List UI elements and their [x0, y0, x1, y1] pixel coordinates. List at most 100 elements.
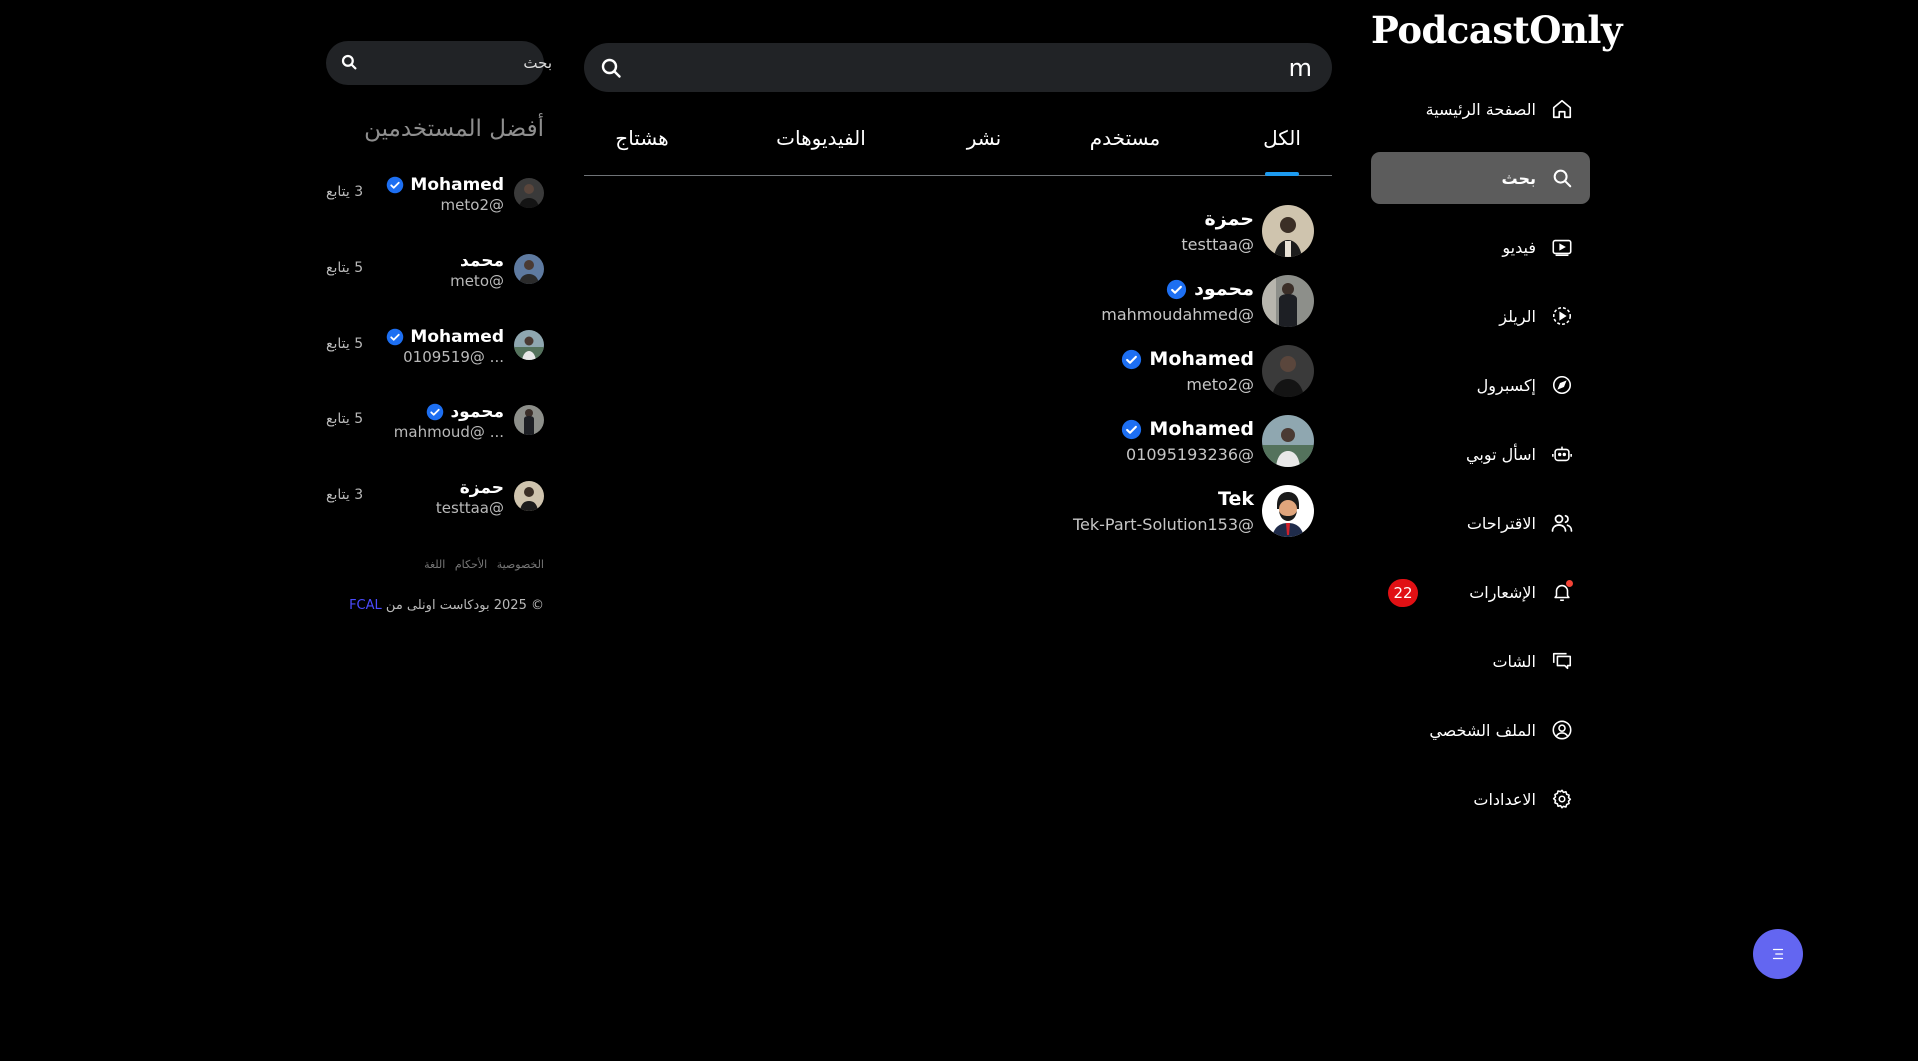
side-search-bar — [326, 41, 552, 85]
avatar — [1262, 415, 1314, 467]
robot-icon — [1550, 442, 1574, 466]
top-user-name: محمود — [450, 402, 504, 422]
top-user-row[interactable]: Mohamed meto2@ 3 يتابع — [326, 175, 544, 226]
sidebar-item-label: إكسبرول — [1476, 375, 1536, 395]
sidebar-item-label: الاقتراحات — [1466, 513, 1536, 533]
gear-icon — [1550, 787, 1574, 811]
search-result-row[interactable]: Mohamed meto2@ — [584, 345, 1314, 403]
sidebar-item-video[interactable]: فيديو — [1371, 221, 1590, 273]
tab-posts[interactable]: نشر — [957, 126, 1011, 176]
sidebar-item-reels[interactable]: الريلز — [1371, 290, 1590, 342]
copyright-brand-link[interactable]: FCAL — [349, 598, 382, 613]
tab-label: الفيديوهات — [776, 126, 866, 150]
tab-all[interactable]: الكل — [1252, 126, 1312, 176]
top-user-name-row: محمد — [460, 251, 504, 271]
top-user-row[interactable]: محمود mahmoud@ ... 5 يتابع — [326, 402, 544, 453]
top-user-name-row: محمود — [426, 402, 504, 422]
result-handle: 01095193236@ — [1126, 445, 1254, 464]
users-icon — [1550, 511, 1574, 535]
tab-user[interactable]: مستخدم — [1085, 126, 1165, 176]
result-name-row: Tek — [1218, 488, 1254, 510]
result-name: حمزة — [1204, 208, 1254, 230]
side-search-input[interactable] — [358, 54, 552, 72]
top-users-title: أفضل المستخدمين — [364, 116, 544, 142]
sidebar-item-home[interactable]: الصفحة الرئيسية — [1371, 83, 1590, 135]
result-name: Mohamed — [1149, 348, 1254, 370]
avatar — [514, 481, 544, 511]
tab-videos[interactable]: الفيديوهات — [771, 126, 871, 176]
top-user-row[interactable]: Mohamed 0109519@ ... 5 يتابع — [326, 327, 544, 378]
video-icon — [1550, 235, 1574, 259]
avatar — [514, 330, 544, 360]
search-icon[interactable] — [340, 53, 358, 73]
copyright: © 2025 بودكاست اونلى من FCAL — [326, 598, 544, 613]
main-search-input[interactable] — [624, 53, 1312, 82]
sidebar-item-settings[interactable]: الاعدادات — [1371, 773, 1590, 825]
chat-icon — [1550, 649, 1574, 673]
search-result-row[interactable]: Mohamed 01095193236@ — [584, 415, 1314, 473]
verified-badge-icon — [427, 403, 444, 421]
footer-link-language[interactable]: اللغة — [424, 558, 445, 571]
main-search-bar — [584, 43, 1332, 92]
avatar — [514, 254, 544, 284]
sidebar-item-notifications[interactable]: الإشعارات 22 — [1371, 566, 1590, 618]
sidebar-item-label: الريلز — [1499, 306, 1536, 326]
sidebar-item-label: فيديو — [1502, 237, 1536, 257]
search-tabs: الكل مستخدم نشر الفيديوهات هشتاج — [584, 104, 1332, 176]
top-user-handle: testtaa@ — [435, 499, 504, 517]
top-user-name: محمد — [460, 251, 504, 271]
sidebar-item-ask-toby[interactable]: اسأل توبي — [1371, 428, 1590, 480]
floating-menu-button[interactable] — [1753, 929, 1803, 979]
sidebar-item-label: بحث — [1501, 168, 1536, 188]
verified-badge-icon — [1122, 419, 1142, 439]
profile-icon — [1550, 718, 1574, 742]
sidebar-item-label: الشات — [1492, 651, 1536, 671]
app-logo[interactable]: PodcastOnly — [1371, 8, 1623, 52]
search-icon — [1550, 166, 1574, 190]
copyright-text: © 2025 بودكاست اونلى من — [385, 598, 544, 613]
result-handle: mahmoudahmed@ — [1101, 305, 1254, 324]
sidebar-item-search[interactable]: بحث — [1371, 152, 1590, 204]
sidebar-item-label: الصفحة الرئيسية — [1425, 99, 1536, 119]
verified-badge-icon — [1122, 349, 1142, 369]
top-user-name-row: حمزة — [460, 478, 504, 498]
result-name: محمود — [1194, 278, 1254, 300]
sidebar-item-chat[interactable]: الشات — [1371, 635, 1590, 687]
result-name-row: محمود — [1166, 278, 1254, 300]
top-user-handle: meto2@ — [440, 196, 504, 214]
avatar — [1262, 205, 1314, 257]
top-user-handle: 0109519@ ... — [403, 348, 504, 366]
result-name: Mohamed — [1149, 418, 1254, 440]
top-user-name: Mohamed — [410, 175, 504, 195]
sidebar-item-label: الإشعارات — [1469, 582, 1536, 602]
top-user-row[interactable]: حمزة testtaa@ 3 يتابع — [326, 478, 544, 529]
search-result-row[interactable]: حمزة testtaa@ — [584, 205, 1314, 263]
sidebar-item-suggestions[interactable]: الاقتراحات — [1371, 497, 1590, 549]
sidebar-item-explore[interactable]: إكسبرول — [1371, 359, 1590, 411]
result-name: Tek — [1218, 488, 1254, 510]
notification-dot — [1566, 580, 1573, 587]
top-user-name: Mohamed — [410, 327, 504, 347]
footer-link-terms[interactable]: الأحكام — [455, 558, 487, 571]
search-result-row[interactable]: Tek Tek-Part-Solution153@ — [584, 485, 1314, 543]
tab-label: الكل — [1263, 126, 1301, 150]
sidebar-item-profile[interactable]: الملف الشخصي — [1371, 704, 1590, 756]
result-name-row: Mohamed — [1121, 418, 1254, 440]
verified-badge-icon — [387, 328, 404, 346]
verified-badge-icon — [387, 176, 404, 194]
footer-link-privacy[interactable]: الخصوصية — [497, 558, 544, 571]
result-handle: meto2@ — [1186, 375, 1254, 394]
avatar — [514, 405, 544, 435]
search-result-row[interactable]: محمود mahmoudahmed@ — [584, 275, 1314, 333]
search-icon[interactable] — [598, 55, 624, 81]
top-user-row[interactable]: محمد meto@ 5 يتابع — [326, 251, 544, 302]
tab-hashtag[interactable]: هشتاج — [607, 126, 677, 176]
bell-icon — [1550, 580, 1574, 604]
avatar — [514, 178, 544, 208]
top-user-handle: mahmoud@ ... — [393, 423, 504, 441]
sidebar-item-label: اسأل توبي — [1466, 444, 1536, 464]
active-tab-indicator — [1265, 172, 1299, 176]
top-user-handle: meto@ — [450, 272, 504, 290]
tab-label: مستخدم — [1089, 126, 1161, 150]
avatar — [1262, 485, 1314, 537]
